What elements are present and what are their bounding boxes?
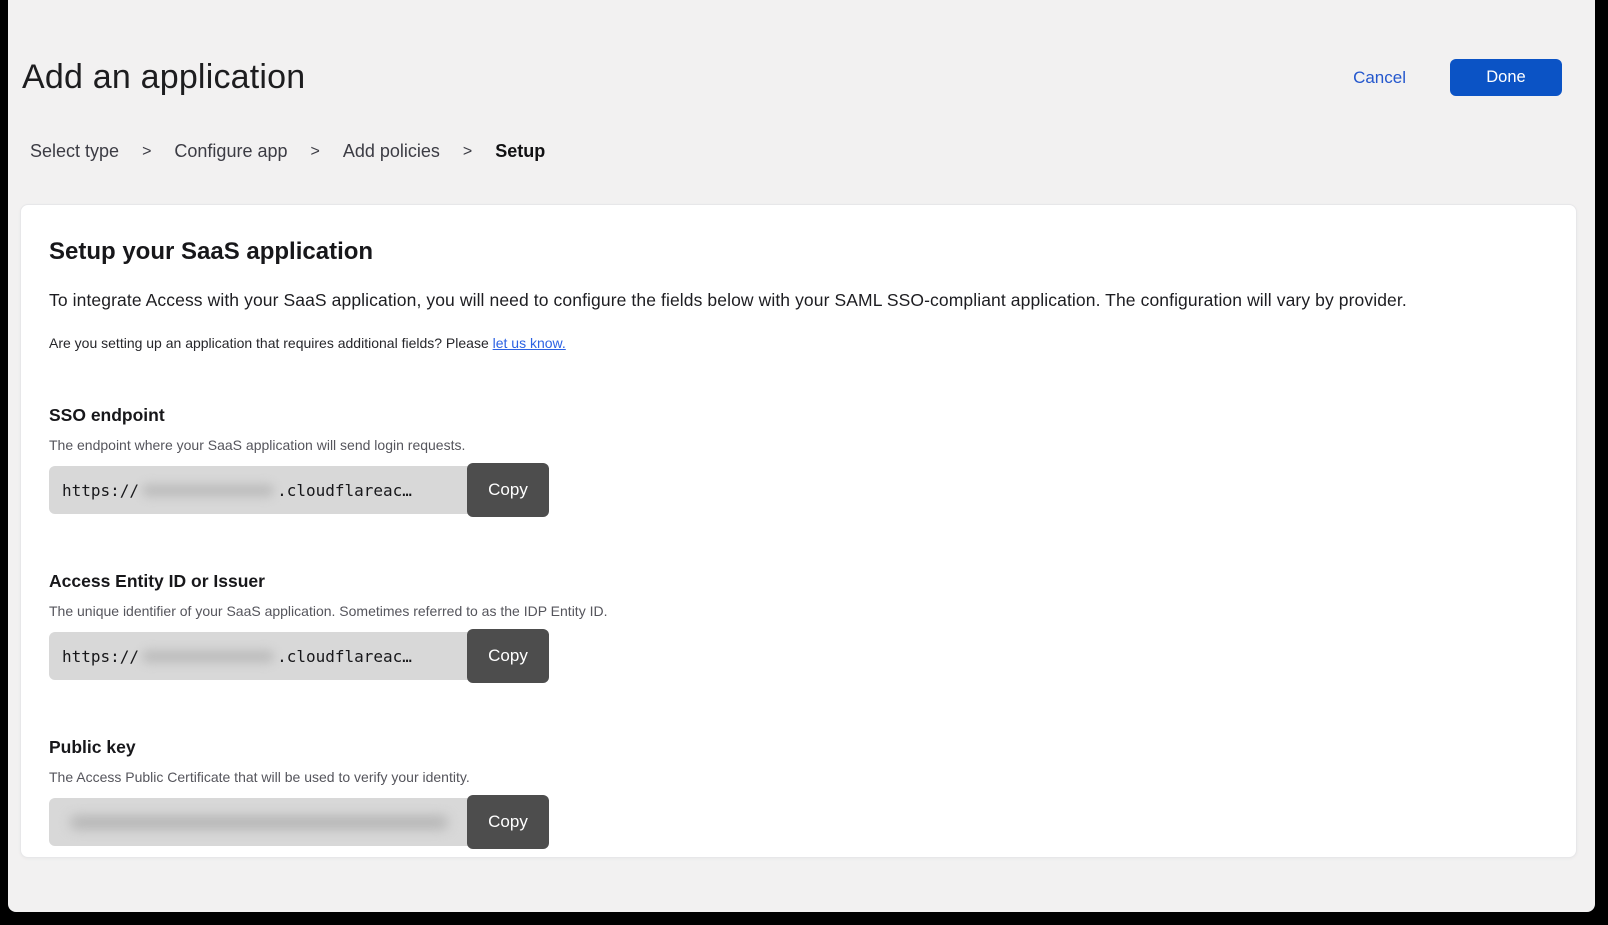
sso-endpoint-value: https:// .cloudflareac… <box>49 466 469 514</box>
app-window: Add an application Cancel Done Select ty… <box>8 0 1595 912</box>
field-description: The Access Public Certificate that will … <box>49 769 1546 785</box>
field-access-entity-id: Access Entity ID or Issuer The unique id… <box>49 571 1546 683</box>
code-row: https:// .cloudflareac… Copy <box>49 629 1546 683</box>
redacted-value <box>142 484 274 497</box>
breadcrumb-step-configure-app[interactable]: Configure app <box>174 141 287 162</box>
note-text: Are you setting up an application that r… <box>49 335 493 351</box>
breadcrumb-separator: > <box>463 143 472 161</box>
card-heading: Setup your SaaS application <box>49 238 1546 266</box>
field-public-key: Public key The Access Public Certificate… <box>49 737 1546 849</box>
redacted-value <box>142 650 274 663</box>
copy-access-entity-id-button[interactable]: Copy <box>467 629 549 683</box>
let-us-know-link[interactable]: let us know. <box>493 335 566 351</box>
field-label: Access Entity ID or Issuer <box>49 571 1546 592</box>
value-prefix: https:// <box>62 481 139 500</box>
field-label: SSO endpoint <box>49 405 1546 426</box>
setup-card: Setup your SaaS application To integrate… <box>20 204 1577 858</box>
breadcrumb-separator: > <box>311 143 320 161</box>
header-actions: Cancel Done <box>1353 59 1562 96</box>
copy-public-key-button[interactable]: Copy <box>467 795 549 849</box>
card-note: Are you setting up an application that r… <box>49 335 1546 351</box>
access-entity-id-value: https:// .cloudflareac… <box>49 632 469 680</box>
field-description: The endpoint where your SaaS application… <box>49 437 1546 453</box>
value-suffix: .cloudflareac… <box>277 647 412 666</box>
breadcrumb-step-select-type[interactable]: Select type <box>30 141 119 162</box>
field-label: Public key <box>49 737 1546 758</box>
page-title: Add an application <box>22 58 305 97</box>
done-button[interactable]: Done <box>1450 59 1562 96</box>
value-suffix: .cloudflareac… <box>277 481 412 500</box>
field-sso-endpoint: SSO endpoint The endpoint where your Saa… <box>49 405 1546 517</box>
breadcrumb-separator: > <box>142 143 151 161</box>
code-row: Copy <box>49 795 1546 849</box>
public-key-value <box>49 798 469 846</box>
field-description: The unique identifier of your SaaS appli… <box>49 603 1546 619</box>
copy-sso-endpoint-button[interactable]: Copy <box>467 463 549 517</box>
breadcrumb-step-setup-current: Setup <box>495 141 545 162</box>
page-header: Add an application Cancel Done <box>8 0 1595 97</box>
card-intro-text: To integrate Access with your SaaS appli… <box>49 290 1546 311</box>
code-row: https:// .cloudflareac… Copy <box>49 463 1546 517</box>
cancel-button[interactable]: Cancel <box>1353 68 1406 88</box>
value-prefix: https:// <box>62 647 139 666</box>
wizard-breadcrumb: Select type > Configure app > Add polici… <box>8 97 1595 162</box>
redacted-value <box>70 816 448 829</box>
breadcrumb-step-add-policies[interactable]: Add policies <box>343 141 440 162</box>
